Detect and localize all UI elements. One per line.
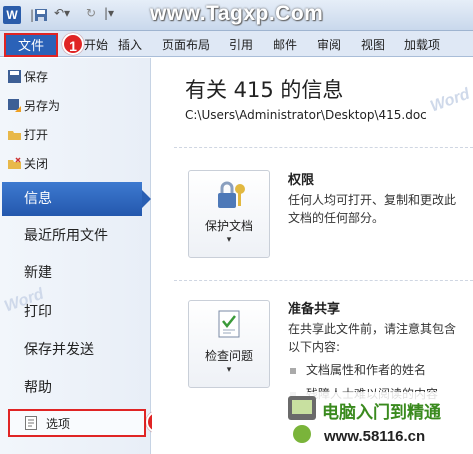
nav-save-label: 保存 (24, 70, 49, 84)
open-folder-icon (8, 131, 21, 140)
list-item-label: 文档属性和作者的姓名 (306, 363, 427, 377)
logo-text: 电脑入门到精通 (322, 402, 441, 423)
tab-view[interactable]: 视图 (361, 36, 385, 53)
save-as-icon (8, 99, 21, 112)
redo-icon[interactable]: ↻ (86, 6, 96, 20)
tab-page-layout[interactable]: 页面布局 (162, 36, 210, 53)
file-path: C:\Users\Administrator\Desktop\415.doc (185, 108, 427, 122)
save-icon (8, 70, 21, 83)
chevron-down-icon: ▾ (226, 365, 232, 375)
list-item: 文档属性和作者的姓名 (290, 361, 426, 378)
permissions-text: 任何人均可打开、复制和更改此文档的任何部分。 (288, 193, 457, 225)
title-bar: W | ↶▾ ↻ |▾ www.Tagxp.Com (0, 0, 473, 31)
backstage-nav: 保存 另存为 打开 关闭 信息 最近所用文件 新建 打印 保存并发送 帮助 选项 (0, 58, 151, 454)
step-badge-1: 1 (62, 33, 84, 55)
nav-info-arrow (142, 190, 151, 208)
prepare-share-heading: 准备共享 (288, 302, 341, 317)
undo-icon[interactable]: ↶▾ (54, 6, 70, 20)
inspect-document-icon (218, 310, 240, 338)
divider (174, 280, 473, 281)
chevron-down-icon: ▾ (226, 235, 232, 245)
prepare-share-text: 在共享此文件前，请注意其包含以下内容: (288, 322, 457, 354)
nav-options[interactable]: 选项 (8, 409, 146, 437)
logo-url: www.58116.cn (323, 428, 425, 445)
nav-save-send[interactable]: 保存并发送 (24, 338, 94, 362)
nav-close[interactable]: 关闭 (8, 154, 49, 174)
nav-save-as-label: 另存为 (24, 99, 61, 113)
nav-open[interactable]: 打开 (8, 125, 49, 145)
tab-file[interactable]: 文件 (4, 33, 58, 57)
divider (174, 147, 473, 148)
tab-references[interactable]: 引用 (229, 36, 253, 53)
nav-info[interactable] (2, 182, 142, 216)
tab-insert[interactable]: 插入 (118, 36, 142, 53)
word-app-icon[interactable]: W (3, 6, 21, 24)
save-icon[interactable] (34, 8, 48, 22)
tab-home[interactable]: 开始 (84, 36, 108, 53)
watermark-title: www.Tagxp.Com (150, 2, 324, 25)
protect-document-button[interactable]: 保护文档 ▾ (188, 170, 270, 258)
nav-open-label: 打开 (24, 128, 49, 142)
check-issues-button[interactable]: 检查问题 ▾ (188, 300, 270, 388)
check-issues-label: 检查问题 (204, 349, 253, 363)
permissions-heading: 权限 (288, 173, 315, 188)
options-icon (25, 416, 37, 430)
close-folder-icon (8, 157, 21, 169)
nav-options-label: 选项 (46, 417, 71, 431)
nav-new[interactable]: 新建 (24, 261, 52, 285)
nav-info-label: 信息 (24, 191, 52, 207)
tab-addins[interactable]: 加载项 (404, 36, 440, 53)
nav-recent[interactable]: 最近所用文件 (24, 224, 108, 248)
tab-mailings[interactable]: 邮件 (273, 36, 297, 53)
lock-key-icon (218, 181, 245, 208)
nav-help[interactable]: 帮助 (24, 376, 52, 400)
page-title: 有关 415 的信息 (185, 78, 344, 102)
site-logo: 电脑入门到精通 www.58116.cn (282, 392, 473, 454)
nav-save-as[interactable]: 另存为 (8, 96, 61, 116)
protect-document-label: 保护文档 (204, 219, 253, 233)
nav-close-label: 关闭 (24, 157, 49, 171)
nav-save[interactable]: 保存 (8, 67, 49, 87)
tab-review[interactable]: 审阅 (317, 36, 341, 53)
bullet-icon (290, 367, 296, 374)
customize-toolbar-icon[interactable]: |▾ (104, 6, 114, 20)
site-logo-graphic: 电脑入门到精通 www.58116.cn (282, 392, 473, 454)
